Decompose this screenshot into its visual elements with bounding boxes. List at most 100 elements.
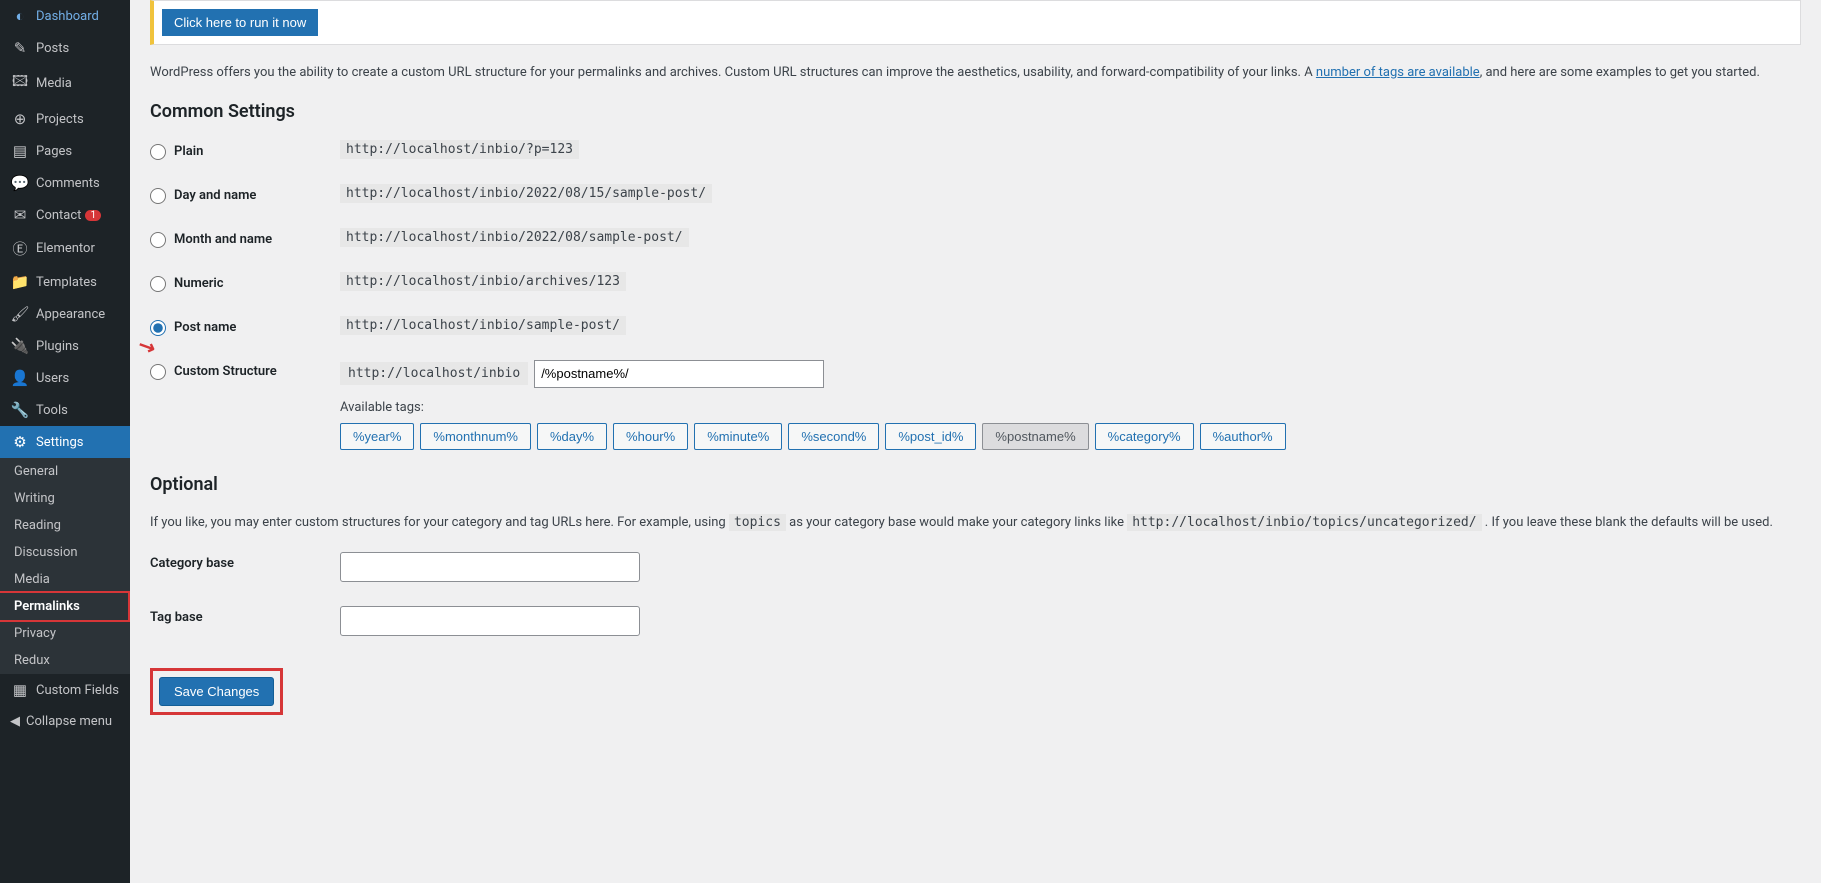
intro-text-after: , and here are some examples to get you … bbox=[1480, 65, 1760, 80]
sidebar-item-appearance[interactable]: 🖌Appearance bbox=[0, 298, 130, 330]
save-changes-button[interactable]: Save Changes bbox=[159, 677, 274, 706]
submenu-item-privacy[interactable]: Privacy bbox=[0, 620, 130, 647]
plugins-icon: 🔌 bbox=[10, 337, 30, 355]
sidebar-item-comments[interactable]: 💬Comments bbox=[0, 167, 130, 199]
tag-button-post_id[interactable]: %post_id% bbox=[885, 423, 976, 450]
tag-button-category[interactable]: %category% bbox=[1095, 423, 1194, 450]
custom-structure-input[interactable] bbox=[534, 360, 824, 388]
admin-sidebar: ◐ Dashboard ✎ Posts 🖾 Media ⊕ Projects ▤Pages💬Co… bbox=[0, 0, 130, 883]
intro-text-before: WordPress offers you the ability to crea… bbox=[150, 65, 1316, 80]
main-content: Click here to run it now WordPress offer… bbox=[130, 0, 1821, 883]
sidebar-item-pages[interactable]: ▤Pages bbox=[0, 135, 130, 167]
sidebar-item-plugins[interactable]: 🔌 Plugins bbox=[0, 330, 130, 362]
sidebar-item-posts[interactable]: ✎ Posts bbox=[0, 32, 130, 64]
tag-button-year[interactable]: %year% bbox=[340, 423, 414, 450]
custom-prefix: http://localhost/inbio bbox=[340, 362, 528, 385]
sidebar-item-templates[interactable]: 📁Templates bbox=[0, 266, 130, 298]
sidebar-item-label: Plugins bbox=[36, 339, 79, 354]
permalink-radio[interactable] bbox=[150, 144, 166, 160]
permalink-example: http://localhost/inbio/archives/123 bbox=[340, 272, 626, 291]
sidebar-item-projects[interactable]: ⊕ Projects bbox=[0, 103, 130, 135]
sidebar-item-label: Media bbox=[36, 76, 72, 91]
permalink-option-day-and-name[interactable]: Day and name bbox=[150, 188, 256, 204]
sidebar-item-label: Appearance bbox=[36, 307, 105, 322]
optional-desc: If you like, you may enter custom struct… bbox=[150, 513, 1801, 533]
media-icon: 🖾 bbox=[10, 71, 30, 96]
tags-available-link[interactable]: number of tags are available bbox=[1316, 65, 1480, 80]
permalink-radio[interactable] bbox=[150, 188, 166, 204]
submenu-item-media[interactable]: Media bbox=[0, 566, 130, 593]
save-highlight-box: Save Changes bbox=[150, 668, 283, 715]
optional-heading: Optional bbox=[150, 474, 1801, 495]
collapse-label: Collapse menu bbox=[26, 714, 112, 729]
submenu-item-writing[interactable]: Writing bbox=[0, 485, 130, 512]
run-now-button[interactable]: Click here to run it now bbox=[162, 9, 318, 36]
permalink-example: http://localhost/inbio/?p=123 bbox=[340, 140, 579, 159]
permalink-example: http://localhost/inbio/sample-post/ bbox=[340, 316, 626, 335]
permalink-radio[interactable] bbox=[150, 320, 166, 336]
dashboard-icon: ◐ bbox=[10, 7, 30, 25]
sidebar-item-label: Pages bbox=[36, 144, 72, 159]
sidebar-item-elementor[interactable]: Ⓔ Elementor bbox=[0, 231, 130, 266]
submenu-item-permalinks[interactable]: Permalinks bbox=[0, 591, 130, 622]
tag-button-minute[interactable]: %minute% bbox=[694, 423, 782, 450]
submenu-item-reading[interactable]: Reading bbox=[0, 512, 130, 539]
submenu-item-general[interactable]: General bbox=[0, 458, 130, 485]
users-icon: 👤 bbox=[10, 369, 30, 387]
permalink-option-month-and-name[interactable]: Month and name bbox=[150, 232, 272, 248]
sidebar-item-dashboard[interactable]: ◐ Dashboard bbox=[0, 0, 130, 32]
sidebar-item-custom-fields[interactable]: ▦ Custom Fields bbox=[0, 674, 130, 706]
permalink-option-post-name[interactable]: Post name bbox=[150, 320, 236, 336]
templates-icon: 📁 bbox=[10, 273, 30, 291]
available-tags-label: Available tags: bbox=[340, 400, 1801, 415]
category-base-input[interactable] bbox=[340, 552, 640, 582]
settings-submenu: GeneralWritingReadingDiscussionMediaPerm… bbox=[0, 458, 130, 674]
sidebar-badge: 1 bbox=[85, 210, 101, 221]
permalink-radio[interactable] bbox=[150, 232, 166, 248]
permalink-example: http://localhost/inbio/2022/08/15/sample… bbox=[340, 184, 712, 203]
tag-button-second[interactable]: %second% bbox=[788, 423, 879, 450]
permalink-radio[interactable] bbox=[150, 364, 166, 380]
sidebar-item-label: Contact bbox=[36, 208, 81, 223]
example-url-code: http://localhost/inbio/topics/uncategori… bbox=[1127, 514, 1481, 531]
collapse-menu[interactable]: ◀ Collapse menu bbox=[0, 706, 130, 737]
common-settings-heading: Common Settings bbox=[150, 101, 1801, 122]
sidebar-item-contact[interactable]: ✉ Contact 1 bbox=[0, 199, 130, 231]
elementor-icon: Ⓔ bbox=[10, 238, 30, 259]
permalink-radio[interactable] bbox=[150, 276, 166, 292]
update-notice: Click here to run it now bbox=[150, 0, 1801, 45]
sidebar-item-label: Settings bbox=[36, 435, 83, 450]
contact-icon: ✉ bbox=[10, 206, 30, 224]
tag-button-monthnum[interactable]: %monthnum% bbox=[420, 423, 531, 450]
tag-base-input[interactable] bbox=[340, 606, 640, 636]
sidebar-item-users[interactable]: 👤Users bbox=[0, 362, 130, 394]
permalink-option-custom-structure[interactable]: Custom Structure bbox=[150, 364, 277, 380]
posts-icon: ✎ bbox=[10, 39, 30, 57]
sidebar-item-settings[interactable]: ⚙ Settings bbox=[0, 426, 130, 458]
category-base-label: Category base bbox=[150, 552, 340, 571]
tag-button-author[interactable]: %author% bbox=[1200, 423, 1286, 450]
tools-icon: 🔧 bbox=[10, 401, 30, 419]
tag-button-hour[interactable]: %hour% bbox=[613, 423, 688, 450]
sidebar-item-label: Projects bbox=[36, 112, 84, 127]
tag-button-postname[interactable]: %postname% bbox=[982, 423, 1088, 450]
settings-icon: ⚙ bbox=[10, 433, 30, 451]
collapse-icon: ◀ bbox=[10, 714, 20, 729]
intro-paragraph: WordPress offers you the ability to crea… bbox=[150, 63, 1801, 83]
sidebar-item-media[interactable]: 🖾 Media bbox=[0, 64, 130, 103]
topics-code: topics bbox=[729, 514, 786, 531]
projects-icon: ⊕ bbox=[10, 110, 30, 128]
submenu-item-discussion[interactable]: Discussion bbox=[0, 539, 130, 566]
permalink-option-plain[interactable]: Plain bbox=[150, 144, 203, 160]
sidebar-item-label: Posts bbox=[36, 41, 69, 56]
custom-fields-icon: ▦ bbox=[10, 681, 30, 699]
permalink-example: http://localhost/inbio/2022/08/sample-po… bbox=[340, 228, 689, 247]
tag-base-label: Tag base bbox=[150, 606, 340, 625]
sidebar-item-tools[interactable]: 🔧Tools bbox=[0, 394, 130, 426]
tag-button-day[interactable]: %day% bbox=[537, 423, 607, 450]
sidebar-item-label: Custom Fields bbox=[36, 683, 119, 698]
sidebar-item-label: Elementor bbox=[36, 241, 95, 256]
submenu-item-redux[interactable]: Redux bbox=[0, 647, 130, 674]
sidebar-item-label: Dashboard bbox=[36, 9, 99, 24]
permalink-option-numeric[interactable]: Numeric bbox=[150, 276, 224, 292]
